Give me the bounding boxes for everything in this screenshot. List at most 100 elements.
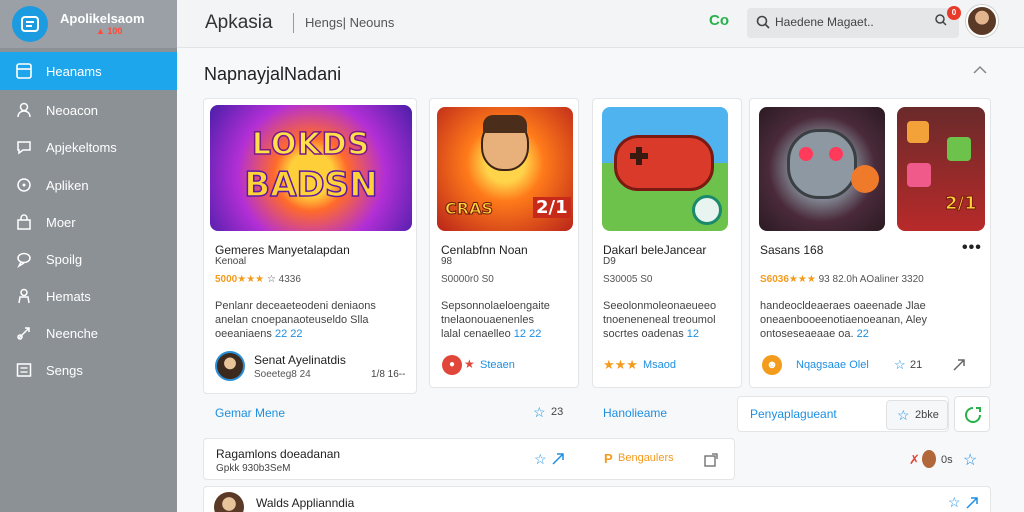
app-thumbnail-secondary: 2/1 [897, 107, 985, 231]
star-outline-icon[interactable]: ☆ [963, 450, 977, 470]
share-icon[interactable] [952, 358, 966, 372]
sidebar-item-label: Spoilg [46, 252, 83, 267]
star-outline-icon[interactable]: ☆ [533, 404, 546, 421]
author-name[interactable]: Steaen [480, 359, 515, 371]
refresh-button[interactable] [954, 396, 990, 432]
desc-line: oeeaniaens [215, 328, 272, 340]
sidebar-item-heanams[interactable]: Heanams [0, 52, 177, 90]
card-rating: S0000r0 S0 [441, 274, 494, 285]
top-header: Apkasia Hengs| Neouns Co 0 [177, 0, 1024, 48]
app-card[interactable]: 2/1 Sasans 168 ••• S6036★★★ 93 82.0h AOa… [749, 98, 991, 388]
desc-link[interactable]: 22 22 [275, 328, 303, 340]
search-bar[interactable] [747, 8, 959, 38]
row-avatar [214, 492, 244, 512]
user-icon [17, 102, 31, 118]
star-outline-icon[interactable]: ☆ [894, 357, 906, 373]
breadcrumb[interactable]: Hengs| Neouns [305, 15, 394, 30]
app-title: Apkasia [205, 12, 273, 33]
smile-icon: ☻ [762, 355, 782, 375]
robot-eye [829, 147, 843, 161]
share-icon[interactable] [552, 453, 564, 465]
desc-line: tnoeneneneal treoumol [603, 314, 716, 326]
notification-bell-icon[interactable] [934, 13, 948, 27]
gem-icon [907, 163, 931, 187]
card-description: Penlanr deceaeteodeni deniaons anelan cn… [215, 299, 411, 341]
sidebar-item-moer[interactable]: Moer [0, 203, 177, 241]
status-indicator: Co [709, 12, 729, 29]
desc-link[interactable]: 12 [687, 328, 699, 340]
gem-icon [907, 121, 929, 143]
app-card[interactable]: Dakarl beleJancear D9 S30005 S0 Seeolonm… [592, 98, 742, 388]
app-card[interactable]: LOKDS BADSN Gemeres Manyetalapdan Kenoal… [203, 98, 417, 394]
star-outline-icon[interactable]: ☆ [948, 494, 961, 511]
row-tag[interactable]: Bengaulers [618, 452, 674, 464]
favorite-button[interactable]: ☆ 2bke [886, 400, 948, 430]
robot-fist [851, 165, 879, 193]
sidebar-item-neenche[interactable]: Neenche [0, 314, 177, 352]
character-hair [483, 115, 527, 133]
star-icon: ★★★ [603, 357, 638, 372]
desc-link[interactable]: 12 22 [514, 328, 542, 340]
thumbnail-title: LOKDS [251, 126, 371, 163]
star-outline-icon: ☆ [897, 407, 910, 423]
author-name[interactable]: Nqagsaae Olel [796, 359, 869, 371]
external-link-icon[interactable] [704, 453, 718, 467]
star-outline-icon[interactable]: ☆ [534, 451, 547, 468]
gem-icon [947, 137, 971, 161]
favorite-count: 23 [551, 406, 564, 418]
author-meta: Soeeteg8 24 [254, 369, 311, 380]
bag-icon [17, 214, 31, 230]
desc-line: oneaenbooeenotiaenoeanan, Aley [760, 314, 927, 326]
list-item[interactable]: Walds Applianndia ☆ [203, 486, 991, 512]
thumbnail-badge: 2/1 [533, 197, 571, 218]
app-thumbnail [759, 107, 885, 231]
author-name[interactable]: Msaod [643, 359, 676, 371]
person-icon [18, 288, 30, 304]
app-thumbnail [602, 107, 728, 231]
speech-icon [17, 252, 31, 268]
section-title: NapnayjalNadani [204, 64, 342, 84]
author-count: 21 [910, 359, 923, 371]
sidebar-item-sengs[interactable]: Sengs [0, 351, 177, 389]
sidebar-item-spoilg[interactable]: Spoilg [0, 240, 177, 278]
card-subtitle: Kenoal [215, 256, 247, 267]
sidebar-item-neoacon[interactable]: Neoacon [0, 91, 177, 129]
thumbnail-title: CRAS [445, 199, 494, 219]
brand[interactable]: Apolikelsaom ▲ 100 [0, 0, 177, 48]
desc-line: Penlanr deceaeteodeni deniaons [215, 300, 376, 312]
star-icon: ★ [464, 357, 475, 371]
sidebar-item-label: Neoacon [46, 103, 99, 118]
sidebar-item-label: Moer [46, 215, 76, 230]
card-rating: S30005 S0 [603, 274, 653, 285]
app-card[interactable]: CRAS 2/1 Cenlabfnn Noan 98 S0000r0 S0 Se… [429, 98, 579, 388]
leaf-badge-icon [692, 195, 722, 225]
share-icon[interactable] [966, 497, 978, 509]
rating-prefix: S6036 [760, 274, 789, 285]
desc-line: Seeolonmoleonaeueeo [603, 300, 717, 312]
desc-link[interactable]: 22 [857, 328, 869, 340]
user-avatar[interactable] [966, 5, 998, 37]
row-count: 0s [941, 454, 953, 466]
chat-icon [17, 141, 31, 155]
sidebar-item-hemats[interactable]: Hemats [0, 277, 177, 315]
chevron-up-icon[interactable] [972, 65, 988, 75]
sidebar-item-apjekeltoms[interactable]: Apjekeltoms [0, 128, 177, 166]
row-title: Ragamlons doeadanan [216, 447, 341, 461]
card-footer-link[interactable]: Penyaplagueant [750, 407, 837, 421]
list-item[interactable]: Ragamlons doeadanan Gpkk 930b3SeM ☆ P Be… [203, 438, 735, 480]
desc-line: socrtes oadenas [603, 328, 684, 340]
refresh-icon [965, 407, 981, 423]
star-icon: ★★★ [788, 274, 816, 285]
more-options-icon[interactable]: ••• [962, 239, 982, 257]
search-input[interactable] [775, 15, 925, 29]
sidebar-item-label: Heanams [46, 64, 102, 79]
card-title: Gemeres Manyetalapdan [215, 243, 350, 257]
star-icon: ★★★ [237, 274, 265, 285]
card-title: Dakarl beleJancear [603, 243, 707, 257]
thumbnail-subtitle: BADSN [244, 164, 379, 206]
header-divider [293, 13, 294, 33]
grid-icon [16, 63, 32, 79]
sidebar-item-apliken[interactable]: Apliken [0, 166, 177, 204]
card-footer-link[interactable]: Hanolieame [603, 406, 667, 420]
card-footer-link[interactable]: Gemar Mene [215, 406, 285, 420]
